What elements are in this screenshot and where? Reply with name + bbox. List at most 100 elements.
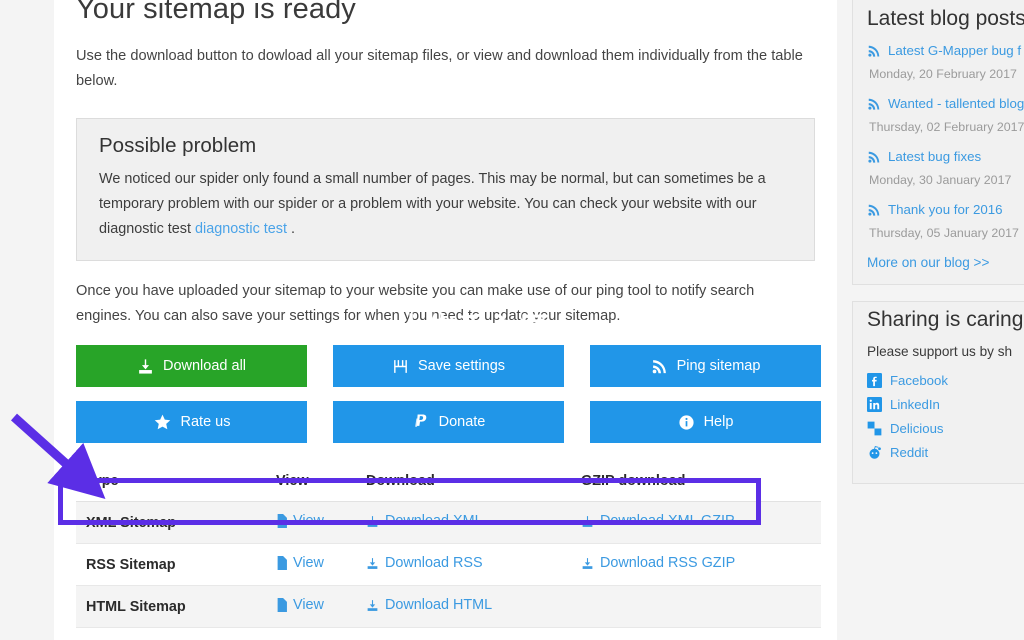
download-link[interactable]: Download RSS	[366, 555, 483, 571]
download-icon	[366, 599, 379, 612]
view-link[interactable]: View	[276, 555, 324, 571]
row-view-cell: View	[266, 627, 356, 640]
share-link-delicious[interactable]: Delicious	[867, 421, 1024, 436]
blog-card-heading: Latest blog posts	[867, 7, 1024, 30]
save-settings-button[interactable]: Save settings	[333, 345, 564, 387]
row-gzip-cell: Download XML GZIP	[571, 501, 821, 544]
row-type-label: RSS Sitemap	[76, 543, 266, 586]
download-link-label: Download XML	[385, 513, 483, 530]
gzip-download-link[interactable]: Download XML GZIP	[581, 513, 735, 529]
view-link-label: View	[293, 513, 324, 529]
download-all-label: Download all	[162, 358, 247, 374]
row-download-cell: Download XML	[356, 501, 571, 544]
view-link-label: View	[293, 555, 324, 571]
more-on-blog-link[interactable]: More on our blog >>	[867, 255, 1024, 270]
download-link[interactable]: Download HTML	[366, 597, 492, 613]
table-row: XML Sitemap View Download XML Download X…	[76, 501, 821, 544]
download-icon	[366, 515, 379, 528]
blog-post-link[interactable]: Wanted - tallented blog	[867, 96, 1024, 111]
help-button[interactable]: Help	[590, 401, 821, 443]
share-label: Reddit	[890, 445, 929, 460]
file-icon	[276, 598, 287, 612]
row-view-cell: View	[266, 543, 356, 586]
sitemap-files-table: Type View Download GZIP download XML Sit…	[76, 463, 821, 640]
table-header-row: Type View Download GZIP download	[76, 463, 821, 502]
column-header-gzip: GZIP download	[571, 463, 821, 502]
intro-paragraph: Use the download button to dowload all y…	[76, 48, 803, 89]
blog-post-date: Thursday, 05 January 2017	[869, 226, 1019, 240]
reddit-icon	[867, 445, 882, 460]
download-link[interactable]: Download XML	[366, 513, 483, 529]
blog-post-title: Thank you for 2016	[888, 202, 1003, 217]
table-head: Type View Download GZIP download	[76, 463, 821, 502]
donate-button[interactable]: Donate	[333, 401, 564, 443]
info-icon	[678, 414, 695, 431]
download-link-label: Download HTML	[385, 597, 493, 614]
file-icon	[276, 514, 287, 528]
blog-post-date: Monday, 20 February 2017	[869, 67, 1017, 81]
download-icon	[581, 515, 594, 528]
gzip-download-link[interactable]: Download RSS GZIP	[581, 555, 735, 571]
page-root: Your sitemap is ready Use the download b…	[0, 0, 1024, 640]
view-link[interactable]: View	[276, 513, 324, 529]
row-type-label: XML Sitemap	[76, 501, 266, 544]
share-link-linkedin[interactable]: LinkedIn	[867, 397, 1024, 412]
download-link-label: Download RSS	[385, 555, 483, 572]
sharing-card: Sharing is caring Please support us by s…	[852, 301, 1024, 484]
column-header-view: View	[266, 463, 356, 502]
share-link-reddit[interactable]: Reddit	[867, 445, 1024, 460]
delicious-icon	[867, 421, 882, 436]
help-label: Help	[703, 414, 734, 430]
save-icon	[392, 358, 409, 375]
table-row: Text Sitemap View Download txt	[76, 627, 821, 640]
paypal-icon	[412, 413, 430, 431]
gzip-download-label: Download RSS GZIP	[600, 555, 736, 572]
ping-sitemap-button[interactable]: Ping sitemap	[590, 345, 821, 387]
ping-tool-paragraph: Once you have uploaded your sitemap to y…	[76, 283, 755, 324]
star-icon	[153, 413, 172, 432]
panel-heading: Possible problem	[99, 134, 257, 157]
column-header-type: Type	[76, 463, 266, 502]
view-link[interactable]: View	[276, 597, 324, 613]
page-title: Your sitemap is ready	[76, 0, 356, 25]
facebook-icon	[867, 373, 882, 388]
file-icon	[276, 556, 287, 570]
rate-us-label: Rate us	[180, 414, 231, 430]
rate-us-button[interactable]: Rate us	[76, 401, 307, 443]
share-label: LinkedIn	[890, 397, 940, 412]
right-sidebar: Latest blog posts Latest G-Mapper bug f …	[852, 0, 1024, 500]
possible-problem-panel: Possible problem We noticed our spider o…	[76, 118, 815, 261]
table-row: HTML Sitemap View Download HTML	[76, 585, 821, 628]
save-settings-label: Save settings	[417, 358, 506, 374]
blog-post-title: Wanted - tallented blog	[888, 96, 1024, 111]
panel-body: We noticed our spider only found a small…	[99, 167, 792, 242]
main-content: Your sitemap is ready Use the download b…	[54, 0, 837, 640]
blog-post-link[interactable]: Latest G-Mapper bug f	[867, 43, 1024, 58]
blog-post-link[interactable]: Latest bug fixes	[867, 149, 1024, 164]
rss-icon	[867, 150, 881, 164]
linkedin-icon	[867, 397, 882, 412]
sharing-lead-text: Please support us by sh	[867, 344, 1013, 359]
row-gzip-cell: Download RSS GZIP	[571, 543, 821, 586]
ping-sitemap-label: Ping sitemap	[676, 358, 761, 374]
table-row: RSS Sitemap View Download RSS Download R…	[76, 543, 821, 586]
row-download-cell: Download RSS	[356, 543, 571, 586]
diagnostic-test-link[interactable]: diagnostic test	[195, 221, 287, 237]
row-view-cell: View	[266, 501, 356, 544]
sharing-card-heading: Sharing is caring	[867, 308, 1024, 331]
donate-label: Donate	[438, 414, 486, 430]
row-gzip-cell	[571, 627, 821, 640]
panel-body-tail: .	[287, 221, 295, 237]
row-gzip-cell	[571, 585, 821, 628]
gzip-download-label: Download XML GZIP	[600, 513, 735, 530]
blog-post-date: Monday, 30 January 2017	[869, 173, 1012, 187]
row-view-cell: View	[266, 585, 356, 628]
blog-post-link[interactable]: Thank you for 2016	[867, 202, 1024, 217]
download-icon	[137, 358, 154, 375]
share-link-facebook[interactable]: Facebook	[867, 373, 1024, 388]
share-label: Delicious	[890, 421, 944, 436]
table-body: XML Sitemap View Download XML Download X…	[76, 501, 821, 640]
download-all-button[interactable]: Download all	[76, 345, 307, 387]
column-header-download: Download	[356, 463, 571, 502]
share-label: Facebook	[890, 373, 948, 388]
